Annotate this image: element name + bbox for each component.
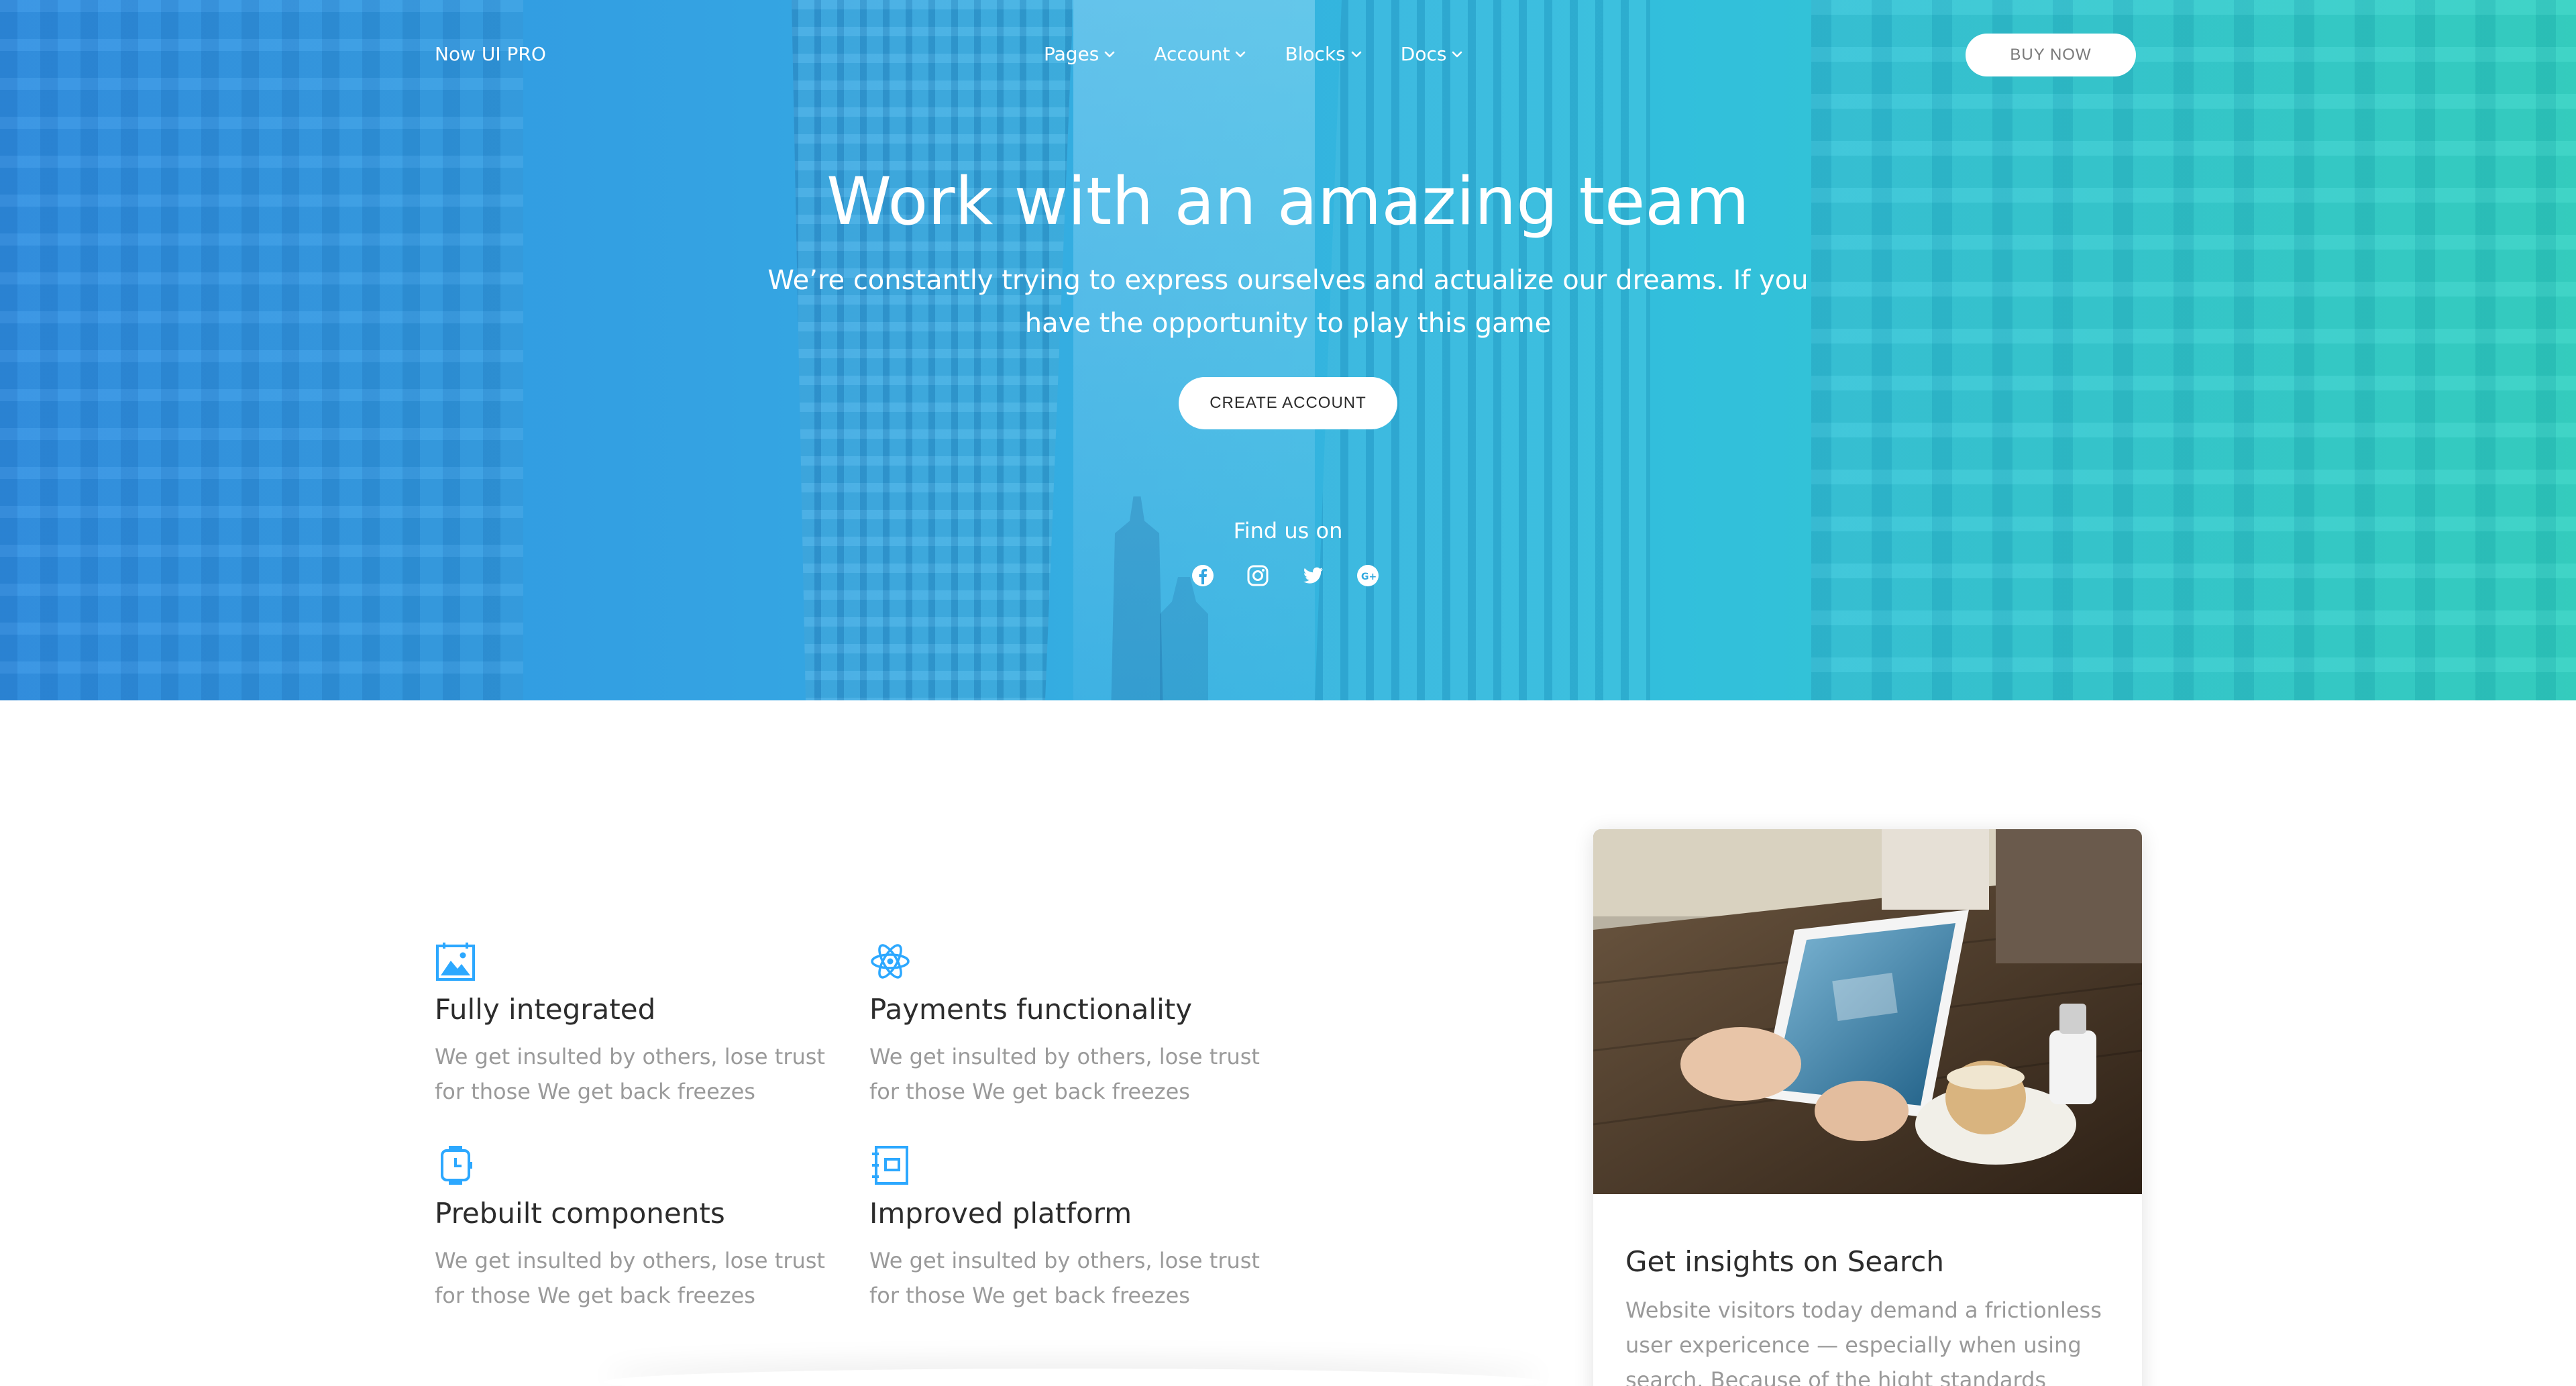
image-calendar-icon [436, 943, 475, 981]
feature-title: Prebuilt components [435, 1197, 725, 1230]
nav-item-label: Blocks [1285, 43, 1346, 65]
feature-title: Fully integrated [435, 993, 656, 1026]
building-center-left-windows [792, 0, 1073, 700]
feature-description: We get insulted by others, lose trust fo… [435, 1248, 825, 1308]
card-description: Website visitors today demand a friction… [1625, 1297, 2102, 1386]
brand-link[interactable]: Now UI PRO [435, 43, 546, 65]
twitter-icon[interactable] [1299, 562, 1326, 589]
card-image [1593, 829, 2142, 1194]
facebook-icon[interactable] [1189, 562, 1216, 589]
chevron-down-icon [1351, 51, 1362, 57]
chevron-down-icon [1236, 51, 1246, 57]
find-us-label: Find us on [1233, 518, 1343, 543]
card-title: Get insights on Search [1625, 1245, 1944, 1278]
card-body: Get insights on Search Website visitors … [1625, 1245, 2115, 1386]
feature-description: We get insulted by others, lose trust fo… [869, 1044, 1260, 1104]
main-nav: Pages Account Blocks Docs [1044, 43, 1501, 65]
nav-item-label: Account [1154, 43, 1230, 65]
nav-item-label: Pages [1044, 43, 1099, 65]
notebook-icon [872, 1146, 908, 1185]
buy-now-button[interactable]: BUY NOW [1966, 34, 2136, 76]
atom-icon [871, 944, 910, 979]
building-center-right [1315, 0, 1650, 700]
feature-payments: Payments functionality We get insulted b… [869, 941, 1272, 1109]
feature-description: We get insulted by others, lose trust fo… [869, 1248, 1260, 1308]
nav-item-account[interactable]: Account [1154, 43, 1247, 65]
instagram-icon[interactable] [1244, 562, 1271, 589]
watch-icon [441, 1146, 472, 1185]
feature-fully-integrated: Fully integrated We get insulted by othe… [435, 941, 837, 1109]
building-right-windows [1811, 0, 2576, 700]
social-links: G+ [1189, 562, 1409, 589]
feature-title: Payments functionality [869, 993, 1193, 1026]
svg-text:G+: G+ [1361, 572, 1377, 582]
nav-item-blocks[interactable]: Blocks [1285, 43, 1362, 65]
nav-item-docs[interactable]: Docs [1401, 43, 1464, 65]
insights-card[interactable]: Get insights on Search Website visitors … [1593, 829, 2142, 1386]
hero-section: Now UI PRO Pages Account Blocks Docs BUY… [0, 0, 2576, 700]
building-left-windows [0, 0, 523, 700]
feature-prebuilt-components: Prebuilt components We get insulted by o… [435, 1144, 837, 1313]
chevron-down-icon [1452, 51, 1462, 57]
feature-improved-platform: Improved platform We get insulted by oth… [869, 1144, 1272, 1313]
tablet-cafe-illustration [1593, 829, 2142, 1194]
google-plus-icon[interactable]: G+ [1354, 562, 1381, 589]
nav-item-label: Docs [1400, 43, 1447, 65]
feature-title: Improved platform [869, 1197, 1132, 1230]
create-account-button[interactable]: CREATE ACCOUNT [1179, 377, 1397, 429]
chevron-down-icon [1105, 51, 1115, 57]
feature-description: We get insulted by others, lose trust fo… [435, 1044, 825, 1104]
nav-item-pages[interactable]: Pages [1044, 43, 1116, 65]
hero-description: We’re constantly trying to express ourse… [767, 265, 1809, 339]
next-section-edge [604, 1369, 1543, 1386]
hero-title: Work with an amazing team [826, 164, 1750, 240]
